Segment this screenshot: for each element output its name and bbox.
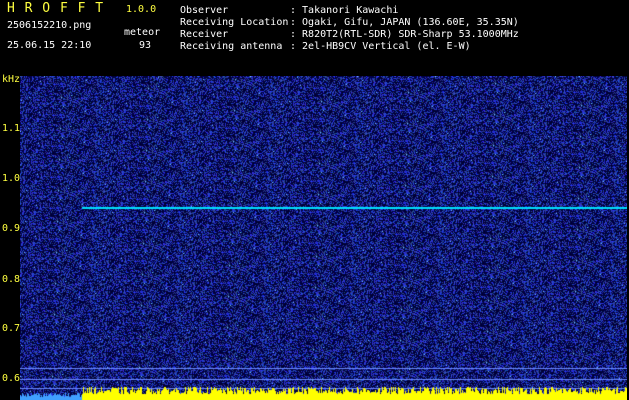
meteor-label: meteor [124,27,161,38]
file-datetime: 25.06.15 22:10 [7,40,92,51]
freq-tick-label: 1.0 [2,173,21,184]
meteor-count: 93 [139,40,152,51]
antenna-value: : 2el-HB9CV Vertical (el. E-W) [290,41,471,52]
freq-tick-label: 0.9 [2,223,21,234]
spectrogram-canvas [20,76,627,400]
freq-tick-label: 1.1 [2,123,21,134]
location-value: : Ogaki, Gifu, JAPAN (136.60E, 35.35N) [290,17,519,28]
observer-value: : Takanori Kawachi [290,5,399,16]
app-version: 1.0.0 [126,4,157,15]
unit-label: kHz [2,74,21,85]
observer-label: Observer [180,5,229,16]
receiver-value: : R820T2(RTL-SDR) SDR-Sharp 53.1000MHz [290,29,519,40]
antenna-label: Receiving antenna [180,41,283,52]
file-name: 2506152210.png [7,20,92,31]
freq-tick-label: 0.6 [2,373,21,384]
receiver-label: Receiver [180,29,229,40]
freq-tick-label: 0.8 [2,274,21,285]
app-title: H R O F F T [7,1,105,16]
location-label: Receiving Location [180,17,289,28]
freq-tick-label: 0.7 [2,323,21,334]
